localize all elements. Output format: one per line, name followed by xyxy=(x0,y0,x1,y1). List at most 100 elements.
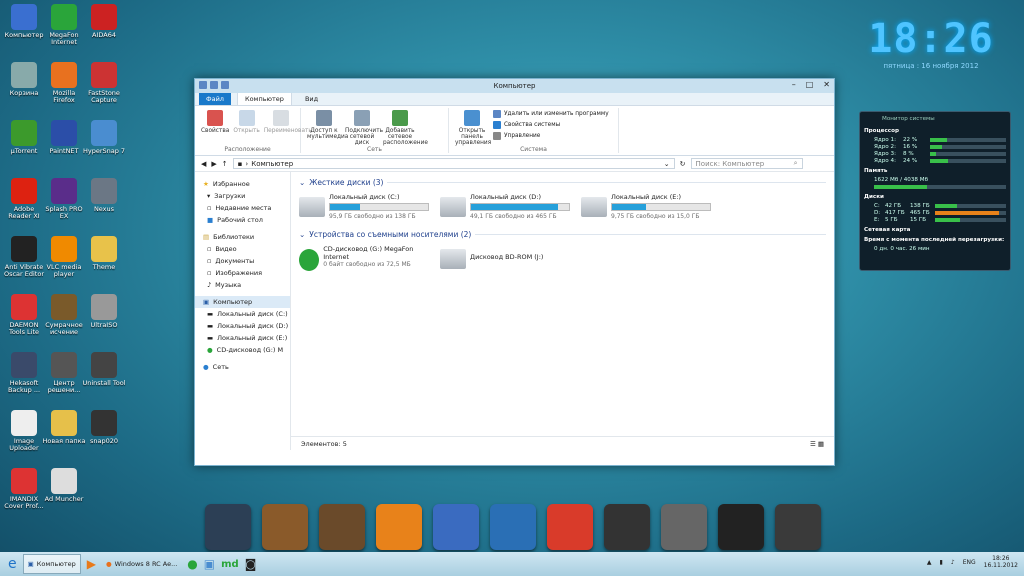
desktop-icon[interactable]: Splash PRO EX xyxy=(42,178,86,220)
up-arrow-icon[interactable]: ↑ xyxy=(222,160,228,168)
group-header-hdd[interactable]: ⌄ Жесткие диски (3) xyxy=(299,178,826,187)
desktop-icon[interactable]: Новая папка xyxy=(42,410,86,445)
desktop-icon[interactable]: HyperSnap 7 xyxy=(82,120,126,155)
dock-app-icon[interactable] xyxy=(547,504,593,550)
uninstall-button[interactable]: Удалить или изменить программу xyxy=(493,110,609,118)
desktop-icon[interactable]: MegaFon Internet xyxy=(42,4,86,46)
desktop-icon[interactable]: Adobe Reader XI xyxy=(2,178,46,220)
network-tray-icon[interactable]: ▮ xyxy=(940,559,943,566)
nav-images[interactable]: ▫ Изображения xyxy=(195,267,290,279)
nav-network[interactable]: ● Сеть xyxy=(195,361,290,373)
close-button[interactable]: ✕ xyxy=(823,80,830,89)
new-folder-icon[interactable] xyxy=(221,81,229,89)
drive-item[interactable]: Дисковод BD-ROM (J:) xyxy=(440,245,573,271)
desktop-icon[interactable]: AIDA64 xyxy=(82,4,126,39)
nav-drive-c[interactable]: ▬ Локальный диск (C:) xyxy=(195,308,290,320)
group-header-removable[interactable]: ⌄ Устройства со съемными носителями (2) xyxy=(299,230,826,239)
desktop-icon[interactable]: Anti Vibrate Oscar Editor xyxy=(2,236,46,278)
desktop-icon[interactable]: Theme xyxy=(82,236,126,271)
nav-downloads[interactable]: ▾ Загрузки xyxy=(195,190,290,202)
desktop-icon[interactable]: Nexus xyxy=(82,178,126,213)
forward-arrow-icon[interactable]: ▶ xyxy=(211,160,216,168)
tray-up-arrow-icon[interactable]: ▲ xyxy=(927,559,932,566)
tab-file[interactable]: Файл xyxy=(199,93,231,105)
tab-view[interactable]: Вид xyxy=(298,93,325,105)
desktop-icon[interactable]: Компьютер xyxy=(2,4,46,39)
volume-icon[interactable]: ♪ xyxy=(951,559,955,566)
library-icon: ▤ xyxy=(203,233,210,241)
nav-documents[interactable]: ▫ Документы xyxy=(195,255,290,267)
desktop-icon[interactable]: Hekasoft Backup ... xyxy=(2,352,46,394)
desktop-icon[interactable]: PaintNET xyxy=(42,120,86,155)
image-uploader-icon[interactable]: md xyxy=(221,559,239,570)
media-player-icon[interactable]: ▶ xyxy=(87,557,96,571)
desktop-icon[interactable]: Mozilla Firefox xyxy=(42,62,86,104)
title-bar[interactable]: Компьютер – □ ✕ xyxy=(195,79,834,93)
nav-music[interactable]: ♪ Музыка xyxy=(195,279,290,291)
desktop-icon[interactable]: FastStone Capture xyxy=(82,62,126,104)
dock-app-icon[interactable] xyxy=(604,504,650,550)
system-properties-button[interactable]: Свойства системы xyxy=(493,121,609,129)
desktop-icon[interactable]: UltraISO xyxy=(82,294,126,329)
minimize-button[interactable]: – xyxy=(792,80,796,89)
tray-clock[interactable]: 18:26 16.11.2012 xyxy=(984,555,1018,569)
app-icon xyxy=(11,410,37,436)
nav-drive-d[interactable]: ▬ Локальный диск (D:) xyxy=(195,320,290,332)
megafon-icon[interactable]: ● xyxy=(187,557,197,571)
chevron-down-icon[interactable]: ⌄ xyxy=(664,160,670,168)
desktop-icon[interactable]: DAEMON Tools Lite xyxy=(2,294,46,336)
dock-app-icon[interactable] xyxy=(262,504,308,550)
desktop-icon[interactable]: IMANDIX Cover Prof... xyxy=(2,468,46,510)
dock-app-icon[interactable] xyxy=(205,504,251,550)
tab-computer[interactable]: Компьютер xyxy=(236,92,292,105)
language-indicator[interactable]: ENG xyxy=(963,559,976,566)
drive-name: CD-дисковод (G:) MegaFon Internet xyxy=(323,245,414,261)
app-icon xyxy=(51,410,77,436)
drive-item[interactable]: Локальный диск (D:) 49,1 ГБ свободно из 4… xyxy=(440,193,573,220)
properties-icon[interactable] xyxy=(210,81,218,89)
desktop-icon[interactable]: µTorrent xyxy=(2,120,46,155)
dock-app-icon[interactable] xyxy=(718,504,764,550)
hypersnap-icon[interactable]: ▣ xyxy=(204,557,215,571)
manage-button[interactable]: Управление xyxy=(493,132,609,140)
camera-icon[interactable]: ◙ xyxy=(245,557,257,571)
dock-app-icon[interactable] xyxy=(376,504,422,550)
nav-drive-g[interactable]: ● CD-дисковод (G:) M xyxy=(195,344,290,356)
desktop-icon[interactable]: Корзина xyxy=(2,62,46,97)
taskbar-firefox[interactable]: ● Windows 8 RC Ae... xyxy=(102,554,181,574)
nav-recent[interactable]: ▫ Недавние места xyxy=(195,202,290,214)
address-bar[interactable]: ▪ › Компьютер ⌄ xyxy=(232,158,675,169)
nav-desktop[interactable]: ■ Рабочий стол xyxy=(195,214,290,226)
dock-app-icon[interactable] xyxy=(433,504,479,550)
tiles-view-icon[interactable]: ▦ xyxy=(818,440,824,448)
drive-item[interactable]: Локальный диск (C:) 95,9 ГБ свободно из 1… xyxy=(299,193,432,220)
maximize-button[interactable]: □ xyxy=(806,80,814,89)
dock-app-icon[interactable] xyxy=(490,504,536,550)
desktop-icon[interactable]: VLC media player xyxy=(42,236,86,278)
breadcrumb-chevron-icon[interactable]: › xyxy=(245,160,248,168)
breadcrumb[interactable]: Компьютер xyxy=(251,160,293,168)
nav-favorites[interactable]: ★ Избранное xyxy=(195,178,290,190)
ie-icon[interactable]: e xyxy=(8,556,17,572)
details-view-icon[interactable]: ☰ xyxy=(810,440,816,448)
desktop-icon[interactable]: snap020 xyxy=(82,410,126,445)
nav-computer[interactable]: ▣ Компьютер xyxy=(195,296,290,308)
desktop-icon[interactable]: Центр решени... xyxy=(42,352,86,394)
search-input[interactable]: Поиск: Компьютер ⌕ xyxy=(690,158,803,169)
dock-app-icon[interactable] xyxy=(775,504,821,550)
back-arrow-icon[interactable]: ◀ xyxy=(201,160,206,168)
desktop-icon[interactable]: Ad Muncher xyxy=(42,468,86,503)
refresh-icon[interactable]: ↻ xyxy=(680,160,686,168)
computer-icon[interactable] xyxy=(199,81,207,89)
taskbar-explorer[interactable]: ▣ Компьютер xyxy=(22,554,81,574)
desktop-icon[interactable]: Image Uploader xyxy=(2,410,46,452)
drive-item[interactable]: Локальный диск (E:) 9,75 ГБ свободно из 1… xyxy=(581,193,714,220)
desktop-icon[interactable]: Сумрачное исчение xyxy=(42,294,86,336)
nav-drive-e[interactable]: ▬ Локальный диск (E:) xyxy=(195,332,290,344)
nav-libraries[interactable]: ▤ Библиотеки xyxy=(195,231,290,243)
drive-item[interactable]: CD-дисковод (G:) MegaFon Internet 0 байт … xyxy=(299,245,432,271)
dock-app-icon[interactable] xyxy=(319,504,365,550)
dock-app-icon[interactable] xyxy=(661,504,707,550)
desktop-icon[interactable]: Uninstall Tool xyxy=(82,352,126,387)
nav-video[interactable]: ▫ Видео xyxy=(195,243,290,255)
